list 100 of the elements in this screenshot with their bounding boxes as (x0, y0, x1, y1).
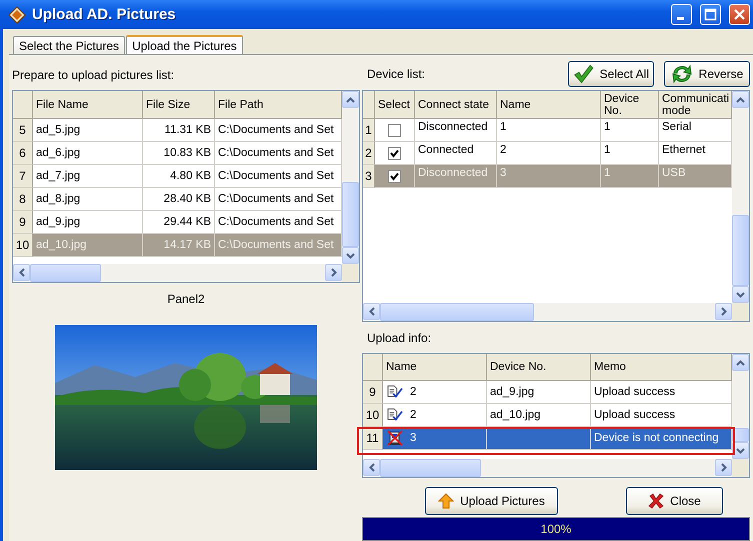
scroll-right-button[interactable] (715, 459, 732, 476)
vertical-scrollbar[interactable] (732, 354, 749, 459)
scroll-left-button[interactable] (13, 264, 30, 281)
table-cell: 4.80 KB (143, 165, 215, 188)
upload-button[interactable]: Upload Pictures (425, 487, 558, 515)
minimize-icon (676, 16, 684, 20)
row-number: 8 (13, 188, 33, 211)
row-number: 1 (363, 119, 375, 142)
scrollbar-thumb[interactable] (732, 214, 749, 286)
select-all-button[interactable]: Select All (568, 61, 654, 87)
table-cell: ad_5.jpg (33, 119, 143, 142)
table-row[interactable]: 1 Disconnected 1 1 Serial (363, 119, 732, 142)
scroll-up-button[interactable] (732, 91, 749, 108)
table-cell: Device is not connecting (591, 427, 732, 450)
table-cell: 28.40 KB (143, 188, 215, 211)
minimize-button[interactable] (671, 4, 692, 25)
column-header[interactable]: Device No. (487, 354, 591, 381)
row-number: 10 (13, 234, 33, 257)
column-header[interactable]: Select (375, 91, 415, 119)
chevron-left-icon (368, 463, 374, 472)
close-button[interactable] (729, 4, 750, 25)
chevron-right-icon (720, 307, 726, 316)
vertical-scrollbar[interactable] (342, 91, 359, 264)
maximize-button[interactable] (700, 4, 721, 25)
table-cell: 10.83 KB (143, 142, 215, 165)
scrollbar-thumb[interactable] (30, 264, 101, 282)
table-cell: Disconnected (415, 119, 497, 142)
chevron-down-icon (736, 292, 745, 298)
checkbox[interactable] (388, 124, 401, 136)
checkmark-icon (390, 148, 399, 158)
column-header[interactable]: Device No. (601, 91, 659, 119)
vertical-scrollbar[interactable] (732, 91, 749, 303)
checkbox[interactable] (388, 170, 401, 182)
column-header[interactable]: Connect state (415, 91, 497, 119)
horizontal-scrollbar[interactable] (363, 459, 732, 477)
row-number: 2 (363, 142, 375, 165)
scroll-right-button[interactable] (325, 264, 342, 281)
scrollbar-thumb[interactable] (342, 182, 359, 247)
device-error-icon (386, 430, 404, 446)
section-label: Prepare to upload pictures list: (12, 68, 174, 82)
table-cell: ad_6.jpg (33, 142, 143, 165)
table-row[interactable]: 9 2 ad_9.jpg Upload success (363, 381, 732, 404)
scroll-up-button[interactable] (342, 91, 359, 108)
column-header[interactable]: File Name (33, 91, 143, 119)
table-cell: 14.17 KB (143, 234, 215, 257)
scrollbar-corner (732, 303, 749, 321)
table-row[interactable]: 11 3 Device is not connecting (363, 427, 732, 450)
chevron-down-icon (736, 448, 745, 454)
scrollbar-corner (732, 459, 749, 477)
scrollbar-thumb[interactable] (380, 303, 534, 321)
tab[interactable]: Select the Pictures (13, 36, 126, 54)
table-cell: 11.31 KB (143, 119, 215, 142)
row-number: 11 (363, 427, 383, 450)
scroll-left-button[interactable] (363, 303, 380, 320)
tab[interactable]: Upload the Pictures (126, 35, 243, 54)
refresh-icon (670, 64, 693, 84)
column-header[interactable]: File Size (143, 91, 215, 119)
table-row[interactable]: 5 ad_5.jpg 11.31 KB C:\Documents and Set (13, 119, 342, 142)
row-number: 10 (363, 404, 383, 427)
device-name: 3 (410, 432, 416, 444)
scroll-left-button[interactable] (363, 459, 380, 476)
chevron-down-icon (346, 252, 355, 258)
checkbox[interactable] (388, 146, 401, 160)
app-icon (8, 6, 26, 24)
table-row[interactable]: 6 ad_6.jpg 10.83 KB C:\Documents and Set (13, 142, 342, 165)
table-row[interactable]: 3 Disconnected 3 1 USB (363, 165, 732, 188)
column-header[interactable]: File Path (215, 91, 342, 119)
column-header[interactable]: Name (497, 91, 601, 119)
close-button[interactable]: Close (626, 487, 723, 515)
scrollbar-thumb[interactable] (380, 459, 480, 477)
scroll-down-button[interactable] (732, 286, 749, 303)
table-cell: 1 (497, 119, 601, 142)
chevron-right-icon (720, 463, 726, 472)
row-number: 7 (13, 165, 33, 188)
check-icon (573, 63, 594, 85)
table-row[interactable]: 7 ad_7.jpg 4.80 KB C:\Documents and Set (13, 165, 342, 188)
up-arrow-icon (438, 493, 454, 509)
table-cell: 3 (497, 165, 601, 188)
progress-text: 100% (540, 522, 572, 536)
header-corner (363, 91, 375, 119)
column-header[interactable]: Name (383, 354, 487, 381)
chevron-right-icon (330, 268, 336, 277)
column-header[interactable]: Communicati mode (659, 91, 732, 119)
column-header[interactable]: Memo (591, 354, 732, 381)
scroll-up-button[interactable] (732, 354, 749, 371)
horizontal-scrollbar[interactable] (363, 303, 732, 321)
table-cell: ad_10.jpg (487, 404, 591, 427)
row-number: 9 (13, 211, 33, 234)
table-row[interactable]: 10 ad_10.jpg 14.17 KB C:\Documents and Set (13, 234, 342, 257)
maximize-icon (704, 8, 717, 21)
table-row[interactable]: 10 2 ad_10.jpg Upload success (363, 404, 732, 427)
row-number: 6 (13, 142, 33, 165)
reverse-button[interactable]: Reverse (664, 61, 750, 87)
table-row[interactable]: 8 ad_8.jpg 28.40 KB C:\Documents and Set (13, 188, 342, 211)
scroll-right-button[interactable] (715, 303, 732, 320)
scroll-down-button[interactable] (732, 442, 749, 459)
scroll-down-button[interactable] (342, 247, 359, 264)
table-cell: USB (659, 165, 732, 188)
horizontal-scrollbar[interactable] (13, 264, 342, 282)
table-cell: 1 (601, 119, 659, 142)
